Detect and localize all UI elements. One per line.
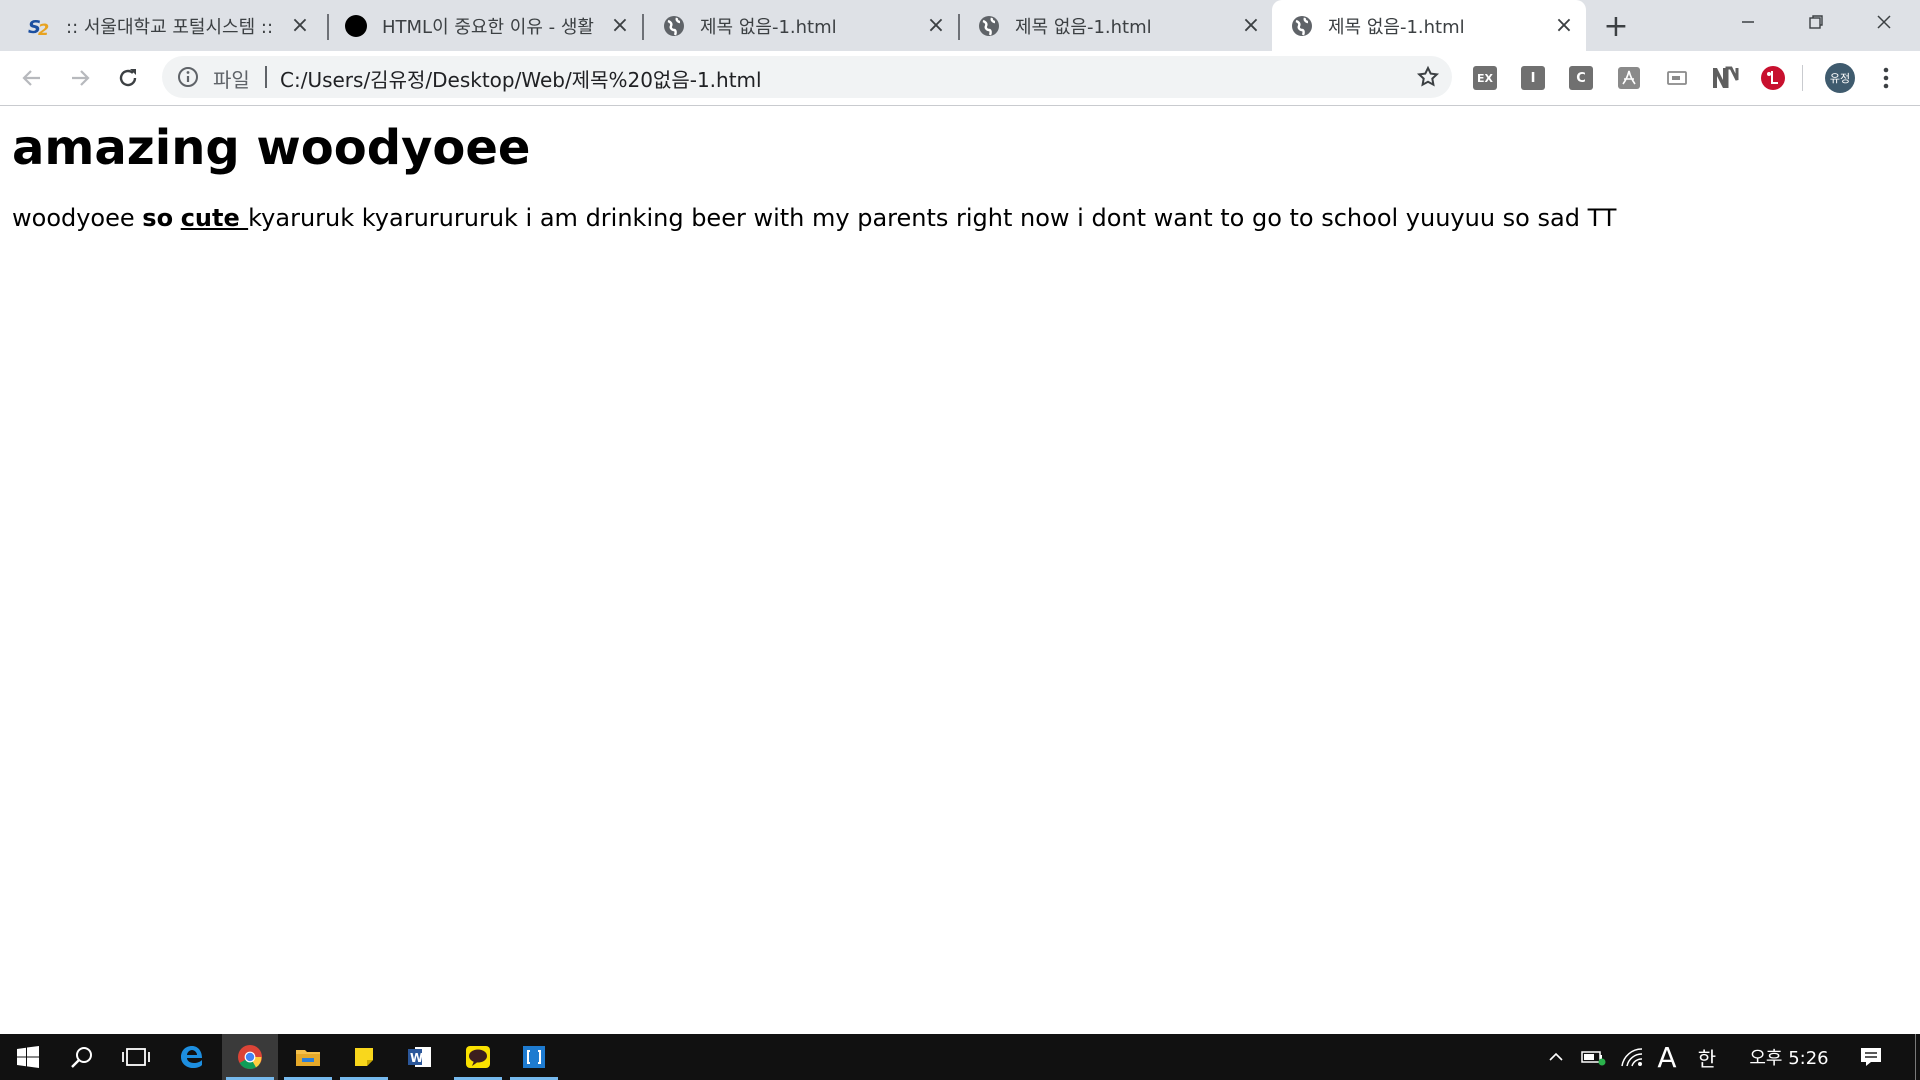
ime-mode-indicator[interactable]: A: [1652, 1034, 1682, 1080]
close-icon[interactable]: ×: [288, 13, 312, 38]
menu-kebab-icon[interactable]: [1871, 64, 1901, 92]
show-hidden-icons-icon[interactable]: [1542, 1034, 1570, 1080]
tab-strip: S2 :: 서울대학교 포털시스템 :: × HTML이 중요한 이유 - 생활…: [0, 0, 1920, 51]
paragraph-bold-text: so: [142, 204, 174, 232]
address-bar[interactable]: 파일 C:/Users/김유정/Desktop/Web/제목%20없음-1.ht…: [162, 56, 1452, 98]
svg-text:W: W: [410, 1051, 423, 1065]
extension-i-icon[interactable]: I: [1518, 64, 1548, 92]
close-icon[interactable]: ×: [924, 13, 948, 38]
info-icon[interactable]: [176, 65, 200, 89]
page-content: amazing woodyoee woodyoee so cute kyarur…: [12, 106, 1912, 232]
minimize-button[interactable]: [1714, 0, 1782, 44]
tab-title: 제목 없음-1.html: [1328, 16, 1465, 38]
tab-title: HTML이 중요한 이유 - 생활: [382, 16, 594, 38]
tab-divider: [958, 14, 960, 40]
tab-divider: [642, 14, 644, 40]
cast-icon[interactable]: [1662, 64, 1692, 92]
globe-icon: [662, 14, 686, 38]
extension-ex-label: EX: [1473, 66, 1497, 90]
taskbar-clock[interactable]: 오후 5:26: [1734, 1034, 1844, 1080]
sticky-notes-icon[interactable]: [336, 1034, 392, 1080]
paragraph-text-end: kyaruruk kyarurururuk i am drinking beer…: [248, 204, 1617, 232]
tab-html-article[interactable]: HTML이 중요한 이유 - 생활 ×: [334, 0, 640, 51]
lg-icon[interactable]: [1758, 64, 1788, 92]
url-text[interactable]: C:/Users/김유정/Desktop/Web/제목%20없음-1.html: [280, 64, 762, 93]
close-icon[interactable]: ×: [1239, 13, 1263, 38]
url-scheme-label: 파일: [213, 68, 250, 92]
toolbar-divider: [1800, 64, 1804, 92]
action-center-icon[interactable]: [1854, 1034, 1888, 1080]
url-divider: [265, 66, 267, 88]
tab-local-file-active[interactable]: 제목 없음-1.html ×: [1272, 0, 1586, 51]
forward-button[interactable]: [63, 61, 97, 95]
globe-icon: [1290, 14, 1314, 38]
new-tab-button[interactable]: +: [1600, 9, 1632, 44]
profile-avatar-label: 유정: [1825, 63, 1855, 93]
windows-start-icon[interactable]: [0, 1034, 56, 1080]
extension-ex-icon[interactable]: EX: [1470, 64, 1500, 92]
paragraph-text-start: woodyoee: [12, 204, 143, 232]
word-icon[interactable]: W: [392, 1034, 448, 1080]
cute-link[interactable]: cute: [181, 204, 248, 232]
file-explorer-icon[interactable]: [280, 1034, 336, 1080]
close-icon[interactable]: ×: [608, 13, 632, 38]
close-window-button[interactable]: [1850, 0, 1918, 44]
battery-icon[interactable]: [1578, 1034, 1610, 1080]
windows-taskbar: W A 한 오후 5:26: [0, 1034, 1920, 1080]
naver-icon[interactable]: [1710, 64, 1740, 92]
tab-snu-portal[interactable]: S2 :: 서울대학교 포털시스템 :: ×: [14, 0, 320, 51]
snu-logo-icon: S2: [28, 14, 52, 38]
extension-c-label: C: [1569, 66, 1593, 90]
restore-button[interactable]: [1782, 0, 1850, 44]
profile-avatar[interactable]: 유정: [1820, 63, 1860, 93]
extension-i-label: I: [1521, 66, 1545, 90]
page-heading: amazing woodyoee: [12, 120, 531, 176]
kakaotalk-icon[interactable]: [450, 1034, 506, 1080]
reload-button[interactable]: [111, 61, 145, 95]
svg-text:2: 2: [38, 20, 49, 38]
show-desktop-button[interactable]: [1910, 1034, 1920, 1080]
close-icon[interactable]: ×: [1552, 13, 1576, 38]
browser-toolbar: 파일 C:/Users/김유정/Desktop/Web/제목%20없음-1.ht…: [0, 51, 1920, 106]
chrome-icon[interactable]: [222, 1034, 278, 1080]
brackets-icon[interactable]: [506, 1034, 562, 1080]
pdf-icon[interactable]: [1614, 64, 1644, 92]
tab-local-file-1[interactable]: 제목 없음-1.html ×: [650, 0, 956, 51]
bookmark-star-icon[interactable]: [1416, 65, 1440, 89]
page-paragraph: woodyoee so cute kyaruruk kyarurururuk i…: [12, 204, 1912, 232]
extension-c-icon[interactable]: C: [1566, 64, 1596, 92]
edge-icon[interactable]: [164, 1034, 220, 1080]
tab-title: :: 서울대학교 포털시스템 ::: [66, 16, 274, 38]
tab-title: 제목 없음-1.html: [700, 16, 837, 38]
tab-title: 제목 없음-1.html: [1015, 16, 1152, 38]
task-view-icon[interactable]: [108, 1034, 164, 1080]
tab-local-file-2[interactable]: 제목 없음-1.html ×: [965, 0, 1271, 51]
ime-language-indicator[interactable]: 한: [1690, 1034, 1724, 1080]
tab-divider: [327, 14, 329, 40]
search-icon[interactable]: [54, 1034, 110, 1080]
wifi-icon[interactable]: [1616, 1034, 1648, 1080]
back-button[interactable]: [15, 61, 49, 95]
globe-icon: [977, 14, 1001, 38]
black-circle-icon: [344, 14, 368, 38]
